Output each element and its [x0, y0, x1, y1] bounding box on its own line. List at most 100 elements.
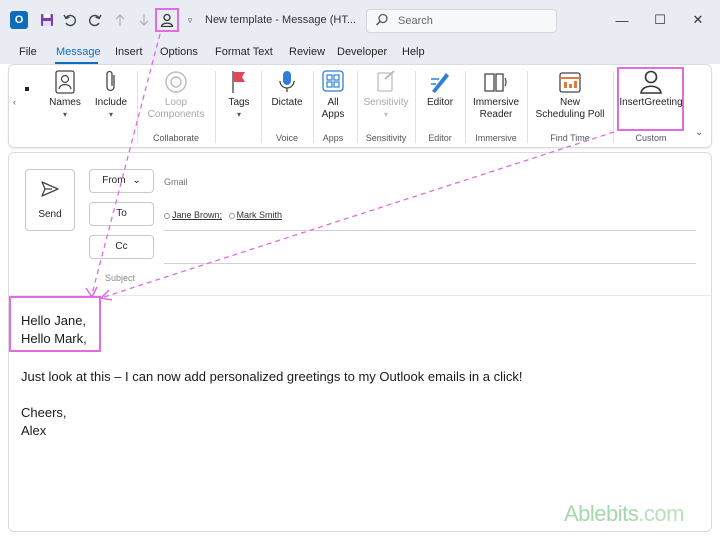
loop-icon — [165, 71, 187, 93]
ribbon-collapse-icon[interactable]: ⌄ — [695, 127, 703, 138]
recipient-chip[interactable]: Mark Smith — [237, 210, 283, 220]
minimize-button[interactable]: — — [612, 10, 632, 30]
immersive-reader-button[interactable]: Immersive Reader — [469, 69, 523, 121]
group-voice: Voice — [275, 133, 299, 143]
poll-label-line1: New — [559, 97, 580, 108]
names-button[interactable]: Names ▾ — [47, 69, 83, 119]
calendar-poll-icon — [559, 72, 581, 93]
dictate-label: Dictate — [271, 97, 303, 108]
tab-insert[interactable]: Insert — [115, 46, 143, 58]
to-field[interactable]: Jane Brown; Mark Smith — [164, 210, 282, 220]
editor-label: Editor — [426, 97, 454, 108]
presence-icon — [228, 212, 235, 219]
ribbon-separator — [527, 71, 528, 143]
sensitivity-dropdown-icon: ▾ — [383, 110, 388, 119]
group-apps: Apps — [322, 133, 344, 143]
search-box[interactable]: Search — [366, 9, 557, 33]
address-book-icon — [55, 70, 75, 94]
group-sensitivity: Sensitivity — [365, 133, 407, 143]
title-bar: O ▿ New template - Message (HT... Search… — [0, 0, 720, 40]
tab-help[interactable]: Help — [402, 46, 425, 58]
signature-line: Alex — [21, 423, 47, 438]
ribbon-separator — [357, 71, 358, 143]
close-button[interactable]: ✕ — [688, 10, 708, 30]
outlook-logo-icon: O — [10, 11, 28, 29]
save-icon[interactable] — [37, 10, 57, 30]
redo-icon[interactable] — [85, 10, 105, 30]
insert-greeting-quick-access-button[interactable] — [155, 8, 179, 32]
recipient-chip[interactable]: Jane Brown; — [172, 210, 222, 220]
person-icon — [160, 13, 174, 27]
sensitivity-label: Sensitivity — [363, 97, 409, 108]
search-icon — [375, 13, 389, 32]
immersive-label-line2: Reader — [479, 109, 513, 120]
presence-icon — [164, 212, 170, 219]
editor-button[interactable]: Editor — [421, 69, 459, 109]
dictate-button[interactable]: Dictate — [267, 69, 307, 109]
flag-icon — [232, 71, 245, 93]
tab-file[interactable]: File — [19, 46, 37, 58]
include-button[interactable]: Include ▾ — [91, 69, 131, 119]
ablebits-watermark: Ablebits.com — [564, 501, 684, 527]
tab-format-text[interactable]: Format Text — [215, 46, 273, 58]
tab-developer[interactable]: Developer — [337, 46, 387, 58]
customize-quick-access-icon[interactable]: ▿ — [180, 10, 200, 30]
editor-pen-icon — [431, 73, 449, 93]
group-find-time: Find Time — [550, 133, 590, 143]
microphone-icon — [279, 71, 295, 92]
tab-options[interactable]: Options — [160, 46, 198, 58]
to-label: To — [116, 208, 127, 219]
ribbon-separator — [215, 71, 216, 143]
arrow-down-icon[interactable] — [134, 10, 154, 30]
loop-label-line2: Components — [147, 109, 205, 120]
ribbon-clipped-icon — [25, 87, 29, 91]
search-placeholder: Search — [398, 15, 433, 27]
tab-message[interactable]: Message — [56, 46, 101, 58]
greeting-line: Hello Jane, — [21, 313, 87, 328]
poll-label-line2: Scheduling Poll — [535, 109, 605, 120]
loop-components-button[interactable]: Loop Components — [141, 69, 211, 121]
tab-review[interactable]: Review — [289, 46, 325, 58]
to-button[interactable]: To — [89, 202, 154, 226]
include-label: Include — [94, 97, 128, 108]
group-collaborate: Collaborate — [152, 133, 200, 143]
cc-button[interactable]: Cc — [89, 235, 154, 259]
group-custom: Custom — [635, 133, 667, 143]
undo-icon[interactable] — [60, 10, 80, 30]
arrow-up-icon[interactable] — [110, 10, 130, 30]
ribbon-separator — [137, 71, 138, 143]
immersive-label-line1: Immersive — [472, 97, 520, 108]
all-apps-label-line2: Apps — [321, 109, 345, 120]
subject-field[interactable]: Subject — [105, 273, 135, 283]
ribbon-separator — [415, 71, 416, 143]
paperclip-icon — [106, 70, 115, 92]
from-value: Gmail — [164, 177, 188, 187]
all-apps-button[interactable]: All Apps — [317, 69, 349, 121]
send-icon — [41, 181, 59, 197]
include-dropdown-icon: ▾ — [108, 110, 113, 119]
ribbon-scroll-left-icon[interactable]: ‹ — [13, 97, 16, 107]
from-button[interactable]: From ⌄ — [89, 169, 154, 193]
window-title: New template - Message (HT... — [205, 14, 356, 26]
names-label: Names — [49, 97, 81, 108]
body-separator — [9, 295, 711, 296]
ribbon-separator — [261, 71, 262, 143]
group-immersive: Immersive — [475, 133, 517, 143]
tags-dropdown-icon: ▾ — [236, 110, 241, 119]
sensitivity-icon — [377, 70, 395, 92]
tags-button[interactable]: Tags ▾ — [223, 69, 255, 119]
group-editor: Editor — [428, 133, 452, 143]
sensitivity-button[interactable]: Sensitivity ▾ — [361, 69, 411, 119]
watermark-brand: Ablebits — [564, 501, 639, 526]
send-button[interactable]: Send — [25, 169, 75, 231]
watermark-suffix: .com — [638, 501, 684, 526]
maximize-button[interactable]: ☐ — [650, 10, 670, 30]
body-message: Just look at this – I can now add person… — [21, 369, 523, 384]
tags-label: Tags — [228, 97, 250, 108]
new-scheduling-poll-button[interactable]: New Scheduling Poll — [531, 69, 609, 121]
immersive-reader-icon — [484, 73, 507, 92]
closing-line: Cheers, — [21, 405, 67, 420]
insert-greeting-button[interactable]: InsertGreeting — [619, 69, 683, 109]
cc-label: Cc — [115, 241, 128, 252]
loop-label-line1: Loop — [164, 97, 188, 108]
